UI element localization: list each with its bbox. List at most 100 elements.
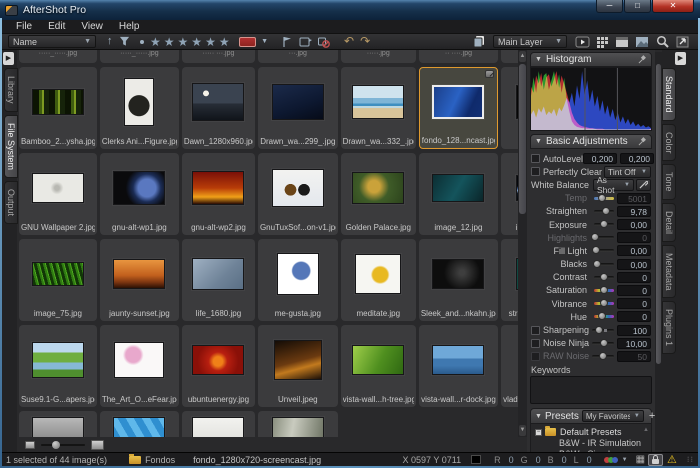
histogram-header[interactable]: ▼ Histogram bbox=[530, 52, 652, 67]
hue-value[interactable]: 0 bbox=[617, 311, 651, 322]
slider-thumb[interactable] bbox=[599, 352, 607, 360]
tab-plugins-1[interactable]: Plugins 1 bbox=[662, 301, 676, 354]
vibrance-slider[interactable] bbox=[594, 302, 614, 305]
exposure-value[interactable]: 0,00 bbox=[617, 219, 651, 230]
thumbnail-cell[interactable]: meditate.jpg bbox=[341, 239, 416, 321]
image-view-icon[interactable] bbox=[633, 35, 651, 49]
thumbnail-cell[interactable]: vista-wall...h-tree.jpg bbox=[341, 325, 416, 407]
star-icon[interactable]: ★ bbox=[164, 35, 175, 49]
tab-output[interactable]: Output bbox=[4, 181, 18, 224]
straighten-value[interactable]: 9,78 bbox=[617, 206, 651, 217]
thumbnail-cell-partial[interactable] bbox=[100, 411, 179, 437]
rating-none-dot[interactable] bbox=[140, 40, 144, 44]
slider-thumb[interactable] bbox=[602, 207, 610, 215]
tab-detail[interactable]: Detail bbox=[662, 203, 676, 242]
panel-scrollbar[interactable] bbox=[655, 52, 662, 450]
scrollbar-thumb[interactable] bbox=[656, 64, 661, 364]
tab-color[interactable]: Color bbox=[662, 124, 676, 162]
thumbnail-cell-partial[interactable]: ···.jpg bbox=[258, 50, 338, 63]
flag-icon[interactable] bbox=[282, 36, 293, 48]
thumbnail-cell[interactable]: stripes114_kde.jpg bbox=[501, 239, 518, 321]
thumbnail-cell[interactable]: gnu-alt-wp1.jpg bbox=[100, 153, 179, 235]
menu-help[interactable]: Help bbox=[111, 21, 148, 32]
thumbnail-cell[interactable]: Sleek_and...nkahn.jpg bbox=[419, 239, 498, 321]
sort-field-dropdown[interactable]: Name▼ bbox=[8, 35, 96, 48]
eyedropper-icon[interactable] bbox=[636, 179, 651, 191]
filter-icon[interactable] bbox=[119, 36, 130, 47]
thumbnail-cell[interactable]: The_Art_O...eFear.jpg bbox=[100, 325, 179, 407]
proofing-icon[interactable]: ▦ bbox=[636, 454, 645, 465]
title-bar[interactable]: AfterShot Pro ─ □ ✕ bbox=[0, 0, 700, 20]
scrollbar-thumb[interactable] bbox=[519, 64, 526, 214]
slider-thumb[interactable] bbox=[598, 312, 606, 320]
temp-slider[interactable] bbox=[594, 197, 614, 200]
thumbnail-cell[interactable]: gnu-alt-wp2.jpg bbox=[182, 153, 255, 235]
browser-scrollbar[interactable]: ▲ ▼ bbox=[518, 50, 527, 437]
magnifier-icon[interactable] bbox=[653, 35, 671, 49]
saturation-slider[interactable] bbox=[594, 289, 614, 292]
presets-header[interactable]: ▼ Presets My Favorites▼ + bbox=[530, 408, 652, 424]
minimize-button[interactable]: ─ bbox=[596, 0, 623, 13]
pin-icon[interactable] bbox=[638, 55, 647, 64]
raw-noise-checkbox[interactable] bbox=[531, 352, 540, 361]
sharpening-value[interactable]: 100 bbox=[617, 325, 651, 336]
collapse-triangle-icon[interactable]: ▼ bbox=[535, 56, 542, 63]
lock-icon[interactable] bbox=[648, 454, 663, 466]
thumbnail-cell[interactable]: image_12.jpg bbox=[419, 153, 498, 235]
slider-thumb[interactable] bbox=[600, 286, 608, 294]
contrast-value[interactable]: 0 bbox=[617, 272, 651, 283]
thumbnail-size-slider[interactable] bbox=[41, 444, 85, 446]
thumbnail-cell[interactable]: Dawn_1280x960.jpg bbox=[182, 67, 255, 149]
scroll-down-icon[interactable]: ▼ bbox=[519, 425, 526, 436]
thumbnail-cell[interactable]: Drawn_wa...332_.jpg bbox=[341, 67, 416, 149]
thumbnail-cell[interactable]: GNU Wallpaper 2.jpg bbox=[19, 153, 97, 235]
color-management-icon[interactable] bbox=[606, 457, 618, 463]
slider-thumb[interactable] bbox=[600, 220, 608, 228]
fill-light-slider[interactable] bbox=[594, 249, 614, 252]
slider-thumb[interactable] bbox=[592, 246, 600, 254]
autolevel-low-value[interactable]: 0,200 bbox=[583, 153, 617, 164]
white-balance-dropdown[interactable]: As Shot▼ bbox=[593, 179, 634, 191]
tree-collapse-icon[interactable]: − bbox=[535, 429, 542, 436]
chevron-down-icon[interactable]: ▼ bbox=[622, 457, 628, 463]
star-icon[interactable]: ★ bbox=[191, 35, 202, 49]
star-icon[interactable]: ★ bbox=[178, 35, 189, 49]
thumbnail-cell-partial[interactable] bbox=[258, 411, 338, 437]
sharpening-slider[interactable] bbox=[592, 329, 614, 332]
slider-thumb[interactable] bbox=[593, 260, 601, 268]
fullscreen-icon[interactable] bbox=[673, 35, 691, 49]
slider-thumb[interactable] bbox=[600, 273, 608, 281]
scroll-up-icon[interactable]: ▲ bbox=[519, 51, 526, 62]
hue-slider[interactable] bbox=[594, 315, 614, 318]
keywords-input[interactable] bbox=[530, 376, 652, 404]
blacks-slider[interactable] bbox=[594, 263, 614, 266]
sort-ascending-icon[interactable]: ↑ bbox=[107, 35, 113, 48]
tab-metadata[interactable]: Metadata bbox=[662, 245, 676, 299]
presets-folder-row[interactable]: − Default Presets bbox=[535, 426, 651, 438]
collapse-right-pane-icon[interactable]: ▶ bbox=[675, 52, 686, 65]
menu-edit[interactable]: Edit bbox=[40, 21, 73, 32]
rotate-right-icon[interactable]: ↷ bbox=[360, 35, 370, 48]
warning-icon[interactable]: ⚠ bbox=[667, 454, 677, 466]
thumbnail-cell[interactable]: life_1680.jpg bbox=[182, 239, 255, 321]
current-folder[interactable]: Fondos bbox=[145, 455, 175, 465]
color-label-chevron-icon[interactable]: ▼ bbox=[261, 35, 268, 48]
temp-value[interactable]: 5001 bbox=[617, 193, 651, 204]
thumbnail-cell-partial[interactable]: ··.jpg bbox=[501, 50, 518, 63]
slider-thumb[interactable] bbox=[595, 326, 603, 334]
thumbnail-cell-partial[interactable]: ·····.jpg bbox=[341, 50, 416, 63]
star-icon[interactable]: ★ bbox=[205, 35, 216, 49]
tab-standard[interactable]: Standard bbox=[662, 68, 676, 121]
thumbnail-cell-partial[interactable] bbox=[19, 411, 97, 437]
color-label-swatch[interactable] bbox=[239, 37, 256, 47]
thumbnail-cell-partial[interactable]: ·····_·····.jpg bbox=[19, 50, 97, 63]
basic-adjustments-header[interactable]: ▼ Basic Adjustments bbox=[530, 134, 652, 149]
slider-thumb[interactable] bbox=[600, 299, 608, 307]
tab-library[interactable]: Library bbox=[4, 68, 18, 112]
thumbnail-cell[interactable]: fondo_128...ncast.jpg bbox=[419, 67, 498, 149]
presets-favorites-dropdown[interactable]: My Favorites▼ bbox=[582, 410, 644, 422]
noise-ninja-slider[interactable] bbox=[592, 342, 614, 345]
thumbnail-cell-partial[interactable]: ·· ····.jpg bbox=[419, 50, 498, 63]
thumbnail-cell[interactable]: GnuTuxSof...on-v1.jpg bbox=[258, 153, 338, 235]
sharpening-checkbox[interactable] bbox=[531, 326, 540, 335]
